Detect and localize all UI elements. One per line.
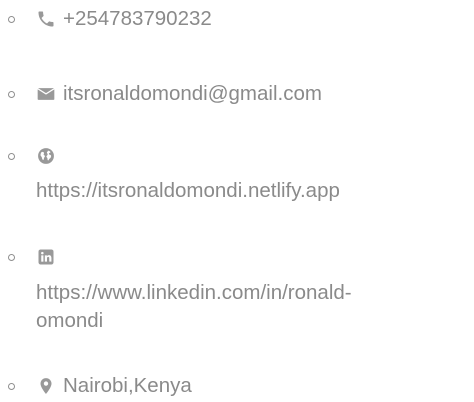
list-bullet [8, 16, 15, 23]
website-link[interactable]: https://itsronaldomondi.netlify.app [36, 177, 340, 205]
globe-icon [36, 146, 56, 166]
linkedin-link-line1[interactable]: https://www.linkedin.com/in/ronald- [36, 279, 352, 307]
list-bullet [8, 383, 15, 390]
linkedin-link-line2[interactable]: omondi [36, 307, 103, 335]
list-bullet [8, 91, 15, 98]
map-marker-icon [36, 376, 56, 396]
list-bullet [8, 254, 15, 261]
phone-icon [36, 9, 56, 29]
contact-item-email: itsronaldomondi@gmail.com [0, 75, 474, 115]
linkedin-icon [36, 247, 56, 267]
contact-item-location: Nairobi,Kenya [0, 368, 474, 402]
phone-number[interactable]: +254783790232 [63, 5, 212, 33]
list-bullet [8, 153, 15, 160]
contact-item-phone: +254783790232 [0, 0, 474, 40]
email-address[interactable]: itsronaldomondi@gmail.com [63, 80, 322, 108]
contact-item-website: https://itsronaldomondi.netlify.app [0, 142, 474, 212]
envelope-icon [36, 84, 56, 104]
contact-item-linkedin: https://www.linkedin.com/in/ronald- omon… [0, 243, 474, 343]
location-text: Nairobi,Kenya [63, 374, 192, 397]
